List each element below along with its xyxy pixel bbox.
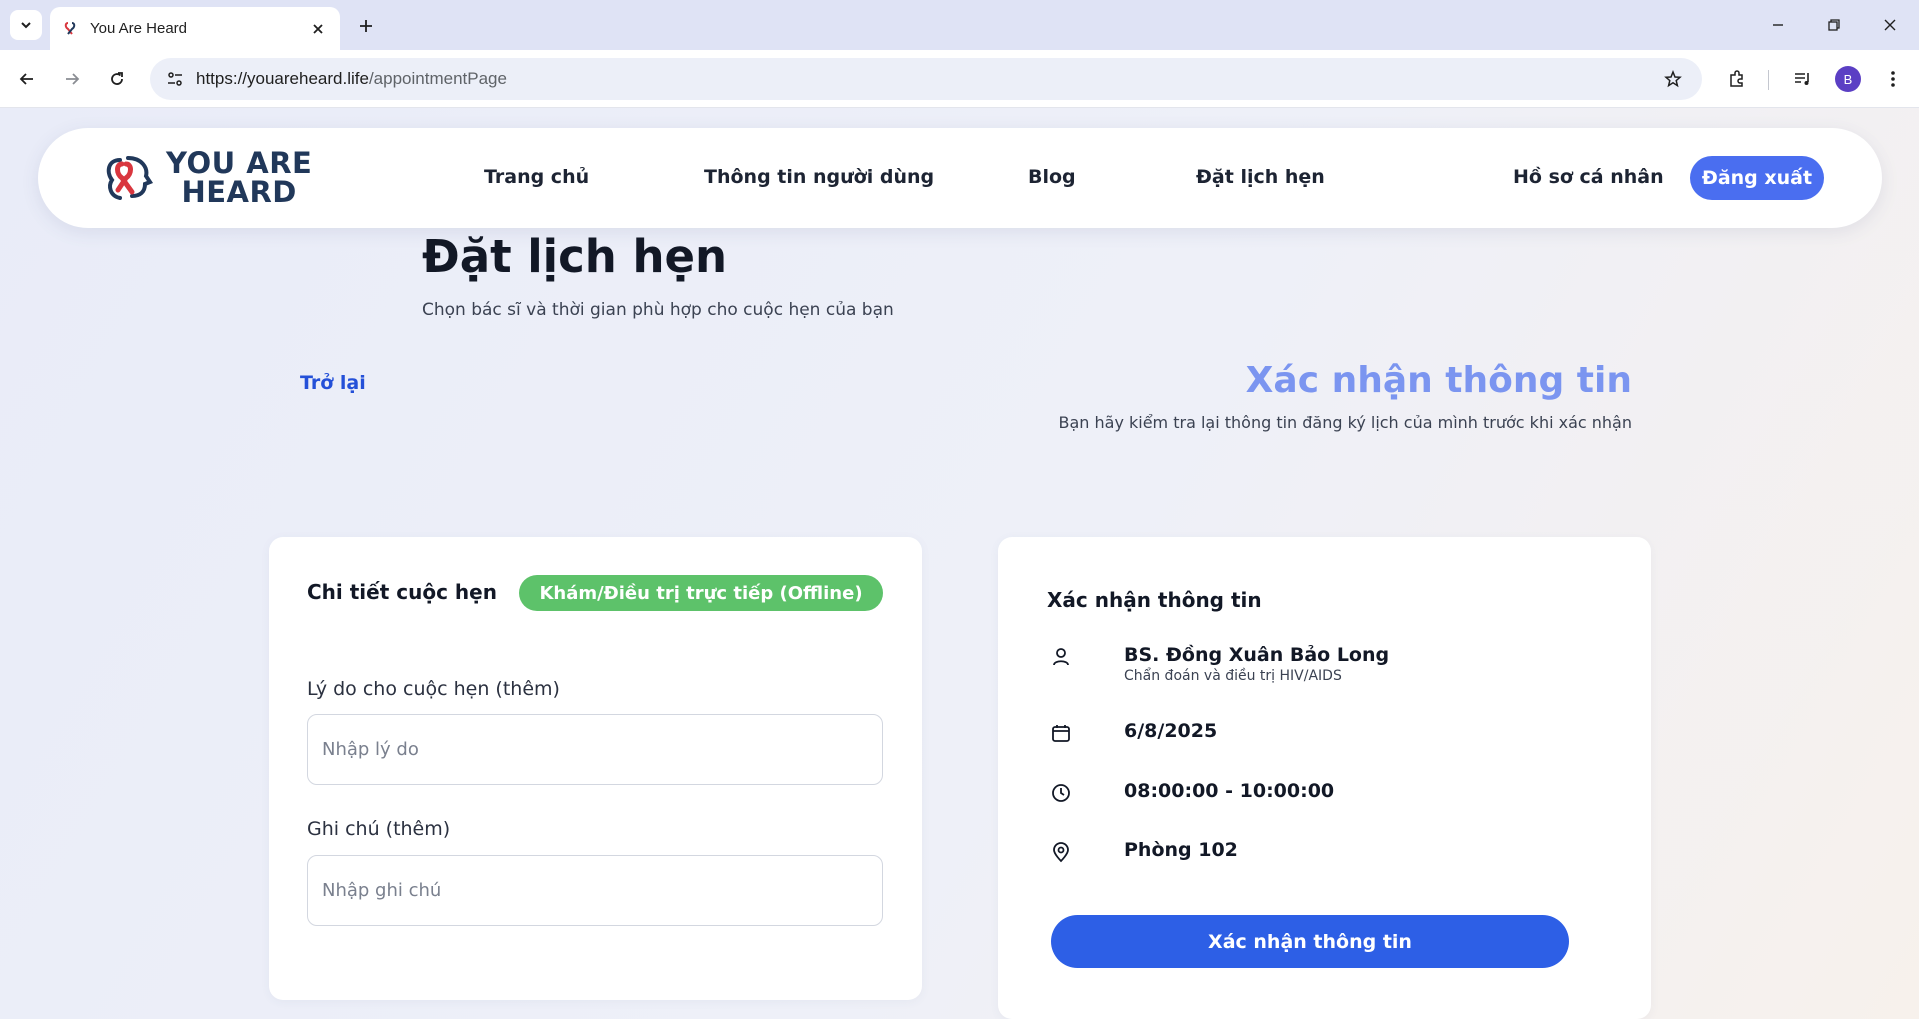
appointment-room: Phòng 102: [1124, 839, 1238, 861]
site-settings-icon[interactable]: [160, 64, 190, 94]
close-window-icon[interactable]: [1876, 12, 1904, 38]
url-path: /appointmentPage: [368, 69, 507, 88]
ribbon-head-logo-icon: [106, 156, 154, 200]
doctor-info: BS. Đồng Xuân Bảo Long Chẩn đoán và điều…: [1124, 644, 1389, 684]
nav-profile[interactable]: Hồ sơ cá nhân: [1513, 166, 1664, 188]
reason-label: Lý do cho cuộc hẹn (thêm): [307, 678, 560, 700]
location-pin-icon: [1053, 842, 1069, 863]
reason-input[interactable]: [307, 714, 883, 785]
toolbar-separator: [1768, 70, 1769, 90]
tab-search-button[interactable]: [10, 10, 42, 40]
clock-icon: [1052, 784, 1070, 802]
appointment-time: 08:00:00 - 10:00:00: [1124, 780, 1335, 802]
browser-tab-strip: You Are Heard: [0, 0, 1919, 50]
more-menu-icon[interactable]: [1878, 64, 1908, 94]
confirm-description: Bạn hãy kiểm tra lại thông tin đăng ký l…: [1058, 413, 1632, 432]
new-tab-plus-icon[interactable]: [352, 12, 380, 40]
extensions-puzzle-icon[interactable]: [1722, 64, 1752, 94]
appointment-type-badge: Khám/Điều trị trực tiếp (Offline): [519, 575, 883, 611]
back-link[interactable]: Trở lại: [300, 372, 366, 394]
bookmark-star-icon[interactable]: [1658, 64, 1688, 94]
doctor-name: BS. Đồng Xuân Bảo Long: [1124, 644, 1390, 666]
confirm-card-title: Xác nhận thông tin: [1047, 588, 1262, 612]
details-card-title: Chi tiết cuộc hẹn: [307, 580, 497, 604]
nav-booking[interactable]: Đặt lịch hẹn: [1196, 166, 1325, 188]
nav-user-info[interactable]: Thông tin người dùng: [704, 166, 934, 188]
page-content: YOU ARE HEARD Trang chủ Thông tin người …: [0, 108, 1919, 1019]
tab-title: You Are Heard: [90, 20, 188, 37]
close-tab-icon[interactable]: [308, 19, 328, 39]
browser-toolbar: https://youareheard.life/appointmentPage: [0, 50, 1919, 108]
note-input[interactable]: [307, 855, 883, 926]
site-logo[interactable]: YOU ARE HEARD: [98, 148, 318, 208]
page-title: Đặt lịch hẹn: [422, 230, 728, 283]
logo-line-1: YOU ARE: [166, 146, 313, 180]
doctor-row: BS. Đồng Xuân Bảo Long Chẩn đoán và điều…: [1050, 644, 1389, 684]
logo-line-2: HEARD: [181, 175, 297, 209]
nav-home[interactable]: Trang chủ: [484, 166, 589, 188]
appointment-details-card: Chi tiết cuộc hẹn Khám/Điều trị trực tiế…: [269, 537, 922, 1000]
ribbon-favicon-icon: [64, 21, 76, 35]
page-subtitle: Chọn bác sĩ và thời gian phù hợp cho cuộ…: [422, 300, 894, 320]
address-bar[interactable]: https://youareheard.life/appointmentPage: [150, 58, 1702, 100]
media-controls-icon[interactable]: [1788, 64, 1818, 94]
logout-button[interactable]: Đăng xuất: [1690, 156, 1824, 200]
confirm-heading: Xác nhận thông tin: [1245, 360, 1632, 401]
calendar-icon: [1052, 725, 1070, 742]
appointment-date: 6/8/2025: [1124, 720, 1218, 742]
forward-arrow-icon[interactable]: [57, 64, 87, 94]
time-row: 08:00:00 - 10:00:00: [1050, 780, 1334, 804]
nav-blog[interactable]: Blog: [1028, 166, 1076, 188]
url-host: https://youareheard.life: [196, 69, 369, 88]
site-header: YOU ARE HEARD Trang chủ Thông tin người …: [38, 128, 1882, 228]
user-icon: [1053, 648, 1069, 666]
doctor-specialty: Chẩn đoán và điều trị HIV/AIDS: [1124, 668, 1342, 684]
note-label: Ghi chú (thêm): [307, 818, 451, 840]
chevron-down-icon: [21, 22, 31, 29]
date-row: 6/8/2025: [1050, 720, 1217, 744]
logo-wordmark: YOU ARE HEARD: [166, 149, 312, 207]
restore-icon[interactable]: [1820, 12, 1848, 38]
confirmation-card: Xác nhận thông tin BS. Đồng Xuân Bảo Lon…: [998, 537, 1651, 1019]
url-text: https://youareheard.life/appointmentPage: [196, 69, 507, 89]
reload-icon[interactable]: [102, 64, 132, 94]
profile-avatar[interactable]: B: [1835, 66, 1861, 92]
confirm-button[interactable]: Xác nhận thông tin: [1051, 915, 1569, 968]
browser-tab[interactable]: You Are Heard: [50, 7, 340, 50]
room-row: Phòng 102: [1050, 839, 1238, 863]
minimize-icon[interactable]: [1764, 12, 1792, 38]
back-arrow-icon[interactable]: [12, 64, 42, 94]
